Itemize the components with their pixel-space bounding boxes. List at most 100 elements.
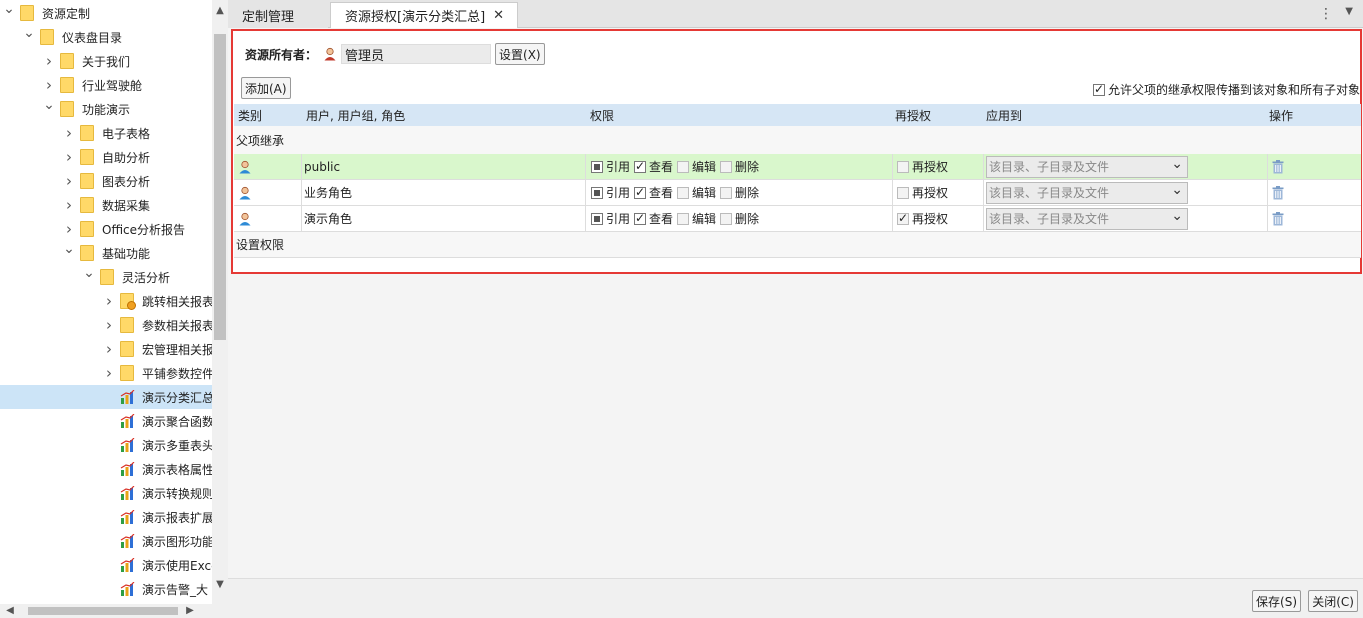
permission-delete[interactable]: 删除 (720, 184, 759, 201)
regrant-checkbox[interactable] (897, 211, 909, 225)
permission-delete[interactable]: 删除 (720, 210, 759, 227)
chevron-right-icon[interactable]: › (42, 76, 56, 94)
tree-node[interactable]: › 数据采集 (0, 193, 212, 217)
chevron-down-icon[interactable]: ⌄ (62, 241, 76, 257)
delete-trash-icon[interactable] (1272, 211, 1284, 226)
delete-trash-icon[interactable] (1272, 185, 1284, 200)
permission-row[interactable]: public 引用 查看 编辑 删除 再授权 该目录、子目录及文件 ⌄ (234, 154, 1361, 180)
permission-edit-checkbox[interactable] (677, 186, 690, 199)
close-icon[interactable]: ✕ (493, 8, 504, 23)
tree-node[interactable]: › 参数相关报表 (0, 313, 212, 337)
tree-node[interactable]: › Office分析报告 (0, 217, 212, 241)
inherit-permission-checkbox[interactable]: 允许父项的继承权限传播到该对象和所有子对象 (1092, 81, 1360, 98)
regrant-checkbox[interactable] (897, 160, 909, 173)
chevron-right-icon[interactable]: › (62, 124, 76, 142)
scroll-left-icon[interactable]: ◀ (2, 604, 18, 618)
section-label: 父项继承 (236, 133, 285, 148)
permission-edit[interactable]: 编辑 (677, 210, 716, 227)
role-icon (239, 186, 251, 199)
scroll-up-icon[interactable]: ▲ (212, 2, 228, 20)
permission-ref[interactable]: 引用 (591, 184, 630, 201)
chevron-right-icon[interactable]: › (62, 220, 76, 238)
chevron-right-icon[interactable]: › (42, 52, 56, 70)
permission-view-checkbox[interactable] (634, 211, 647, 225)
permission-delete-checkbox[interactable] (720, 160, 733, 173)
apply-to-select[interactable]: 该目录、子目录及文件 ⌄ (986, 155, 1188, 178)
tree-node[interactable]: 演示图形功能 (0, 529, 212, 553)
permission-edit-label: 编辑 (692, 186, 717, 200)
permission-view-checkbox[interactable] (634, 159, 647, 173)
permission-ref[interactable]: 引用 (591, 210, 630, 227)
chevron-right-icon[interactable]: › (102, 316, 116, 334)
permission-edit-checkbox[interactable] (677, 212, 690, 225)
apply-to-select[interactable]: 该目录、子目录及文件 ⌄ (986, 207, 1188, 230)
tree-node[interactable]: 演示使用Exce (0, 553, 212, 577)
permission-row[interactable]: 业务角色 引用 查看 编辑 删除 再授权 该目录、子目录及文件 ⌄ (234, 180, 1361, 206)
permission-view[interactable]: 查看 (634, 184, 673, 201)
permission-ref-checkbox[interactable] (591, 212, 603, 225)
inherit-checkbox[interactable] (1092, 82, 1105, 96)
permission-ref[interactable]: 引用 (591, 158, 630, 175)
permission-row[interactable]: 演示角色 引用 查看 编辑 删除 再授权 该目录、子目录及文件 ⌄ (234, 206, 1361, 232)
chevron-down-icon[interactable]: ⌄ (22, 25, 36, 41)
permission-delete-checkbox[interactable] (720, 212, 733, 225)
tree-node[interactable]: 演示聚合函数 (0, 409, 212, 433)
chevron-right-icon[interactable]: › (62, 172, 76, 190)
tree-node[interactable]: › 跳转相关报表 (0, 289, 212, 313)
permission-edit[interactable]: 编辑 (677, 158, 716, 175)
chevron-down-icon[interactable]: ⌄ (82, 265, 96, 281)
tab-resource-authorization[interactable]: 资源授权[演示分类汇总] ✕ (330, 2, 518, 28)
tree-node[interactable]: 演示多重表头 (0, 433, 212, 457)
tree-node[interactable]: 演示表格属性 (0, 457, 212, 481)
add-button[interactable]: 添加(A) (241, 77, 291, 99)
tree-node[interactable]: 演示告警_大 (0, 577, 212, 601)
tree-node[interactable]: › 图表分析 (0, 169, 212, 193)
more-menu-icon[interactable]: ⋮ (1319, 6, 1333, 22)
tree-node[interactable]: 演示分类汇总 (0, 385, 212, 409)
chevron-right-icon[interactable]: › (62, 148, 76, 166)
tree-node[interactable]: ⌄ 资源定制 (0, 1, 212, 25)
tree-node[interactable]: › 宏管理相关报 (0, 337, 212, 361)
apply-to-select[interactable]: 该目录、子目录及文件 ⌄ (986, 181, 1188, 204)
chevron-right-icon[interactable]: › (102, 340, 116, 358)
tree-node[interactable]: › 电子表格 (0, 121, 212, 145)
tree-node[interactable]: › 平铺参数控件 (0, 361, 212, 385)
tree-node-label: 数据采集 (102, 198, 151, 213)
tab-customize-management[interactable]: 定制管理 (228, 2, 328, 28)
chevron-down-icon[interactable]: ⌄ (2, 1, 16, 17)
permission-ref-checkbox[interactable] (591, 186, 603, 199)
tree-node[interactable]: › 行业驾驶舱 (0, 73, 212, 97)
chevron-right-icon[interactable]: › (102, 364, 116, 382)
set-owner-button[interactable]: 设置(X) (495, 43, 545, 65)
permission-view[interactable]: 查看 (634, 158, 673, 175)
tree-vertical-scrollbar[interactable]: ▲ ▼ (212, 0, 228, 604)
tree-node[interactable]: 演示转换规则 (0, 481, 212, 505)
chevron-down-icon[interactable]: ⌄ (42, 97, 56, 113)
permission-ref-checkbox[interactable] (591, 160, 603, 173)
tree-node[interactable]: ⌄ 仪表盘目录 (0, 25, 212, 49)
hscroll-thumb[interactable] (28, 607, 178, 615)
scroll-thumb[interactable] (214, 34, 226, 340)
chevron-right-icon[interactable]: › (62, 196, 76, 214)
permission-edit-checkbox[interactable] (677, 160, 690, 173)
tree-node[interactable]: › 自助分析 (0, 145, 212, 169)
tree-node[interactable]: ⌄ 功能演示 (0, 97, 212, 121)
permission-view[interactable]: 查看 (634, 210, 673, 227)
chevron-right-icon[interactable]: › (102, 292, 116, 310)
tree-node[interactable]: › 关于我们 (0, 49, 212, 73)
tree-node[interactable]: 演示报表扩展 (0, 505, 212, 529)
permission-view-checkbox[interactable] (634, 185, 647, 199)
close-button[interactable]: 关闭(C) (1308, 590, 1358, 612)
tab-dropdown-icon[interactable]: ▼ (1345, 6, 1353, 17)
tree-node[interactable]: ⌄ 基础功能 (0, 241, 212, 265)
permission-delete-checkbox[interactable] (720, 186, 733, 199)
delete-trash-icon[interactable] (1272, 159, 1284, 174)
scroll-down-icon[interactable]: ▼ (212, 576, 228, 594)
tree-node[interactable]: ⌄ 灵活分析 (0, 265, 212, 289)
save-button[interactable]: 保存(S) (1252, 590, 1301, 612)
permission-edit[interactable]: 编辑 (677, 184, 716, 201)
regrant-checkbox[interactable] (897, 186, 909, 199)
scroll-right-icon[interactable]: ▶ (182, 604, 198, 618)
tree-horizontal-scrollbar[interactable]: ◀ ▶ (0, 604, 228, 618)
permission-delete[interactable]: 删除 (720, 158, 759, 175)
